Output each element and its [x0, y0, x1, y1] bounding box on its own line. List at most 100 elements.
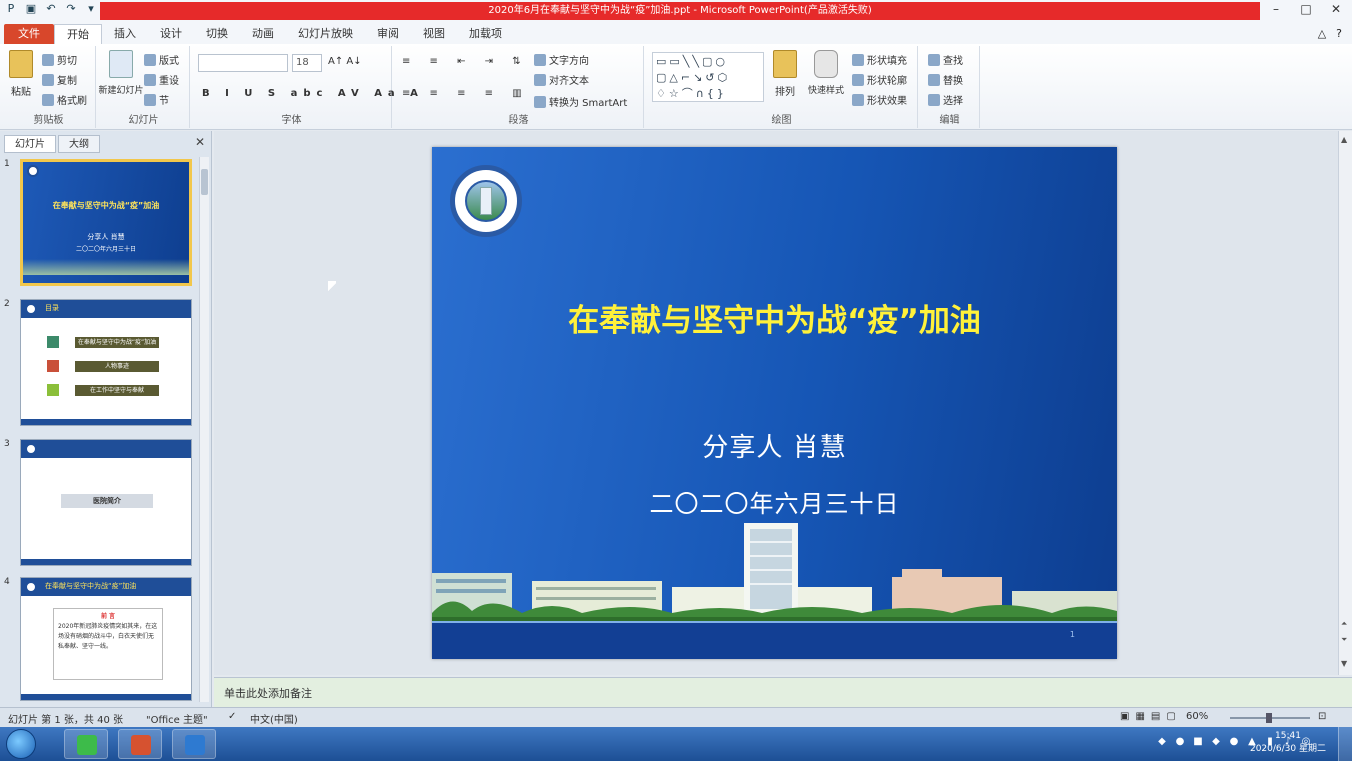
arrange-button[interactable]: 排列 [770, 50, 800, 98]
undo-icon[interactable]: ↶ [44, 2, 58, 16]
slide-page-mark: 1 [1069, 630, 1075, 639]
font-format-buttons[interactable]: B I U S abc AV Aa A [202, 88, 424, 99]
scissors-icon [42, 53, 54, 66]
show-desktop-button[interactable] [1338, 727, 1352, 761]
section-icon [144, 93, 156, 106]
binoculars-icon [928, 53, 940, 66]
slide-thumbnail-4[interactable]: 在奉献与坚守中为战“疫”加油 前 言 2020年新冠肺炎疫情突如其来，在这场没有… [20, 577, 192, 701]
copy-button[interactable]: 复制 [42, 72, 77, 87]
cut-button[interactable]: 剪切 [42, 52, 77, 67]
align-text-button[interactable]: 对齐文本 [534, 72, 589, 87]
tab-outline[interactable]: 大纲 [58, 135, 100, 153]
clock[interactable]: 15:41 2020/6/30 星期二 [1248, 730, 1328, 756]
next-slide-icon[interactable]: ⏷ [1341, 635, 1347, 645]
tray-icon[interactable]: ◆ [1156, 735, 1168, 749]
text-direction-button[interactable]: 文字方向 [534, 52, 589, 67]
reset-icon [144, 73, 156, 86]
zoom-slider[interactable] [1230, 713, 1310, 723]
tab-design[interactable]: 设计 [148, 24, 194, 44]
align-buttons[interactable]: ≡ ≡ ≡ ≡ ▥ [402, 88, 530, 99]
slide-thumbnail-2[interactable]: 目录 在奉献与坚守中为战“疫”加油 人物事迹 在工作中坚守与奉献 [20, 299, 192, 426]
panel-close-icon[interactable]: ✕ [195, 135, 205, 149]
tab-insert[interactable]: 插入 [102, 24, 148, 44]
redo-icon[interactable]: ↷ [64, 2, 78, 16]
select-button[interactable]: 选择 [928, 92, 963, 107]
shape-outline-button[interactable]: 形状轮廓 [852, 72, 907, 87]
layout-button[interactable]: 版式 [144, 52, 179, 67]
app-icon [185, 735, 205, 755]
tab-slideshow[interactable]: 幻灯片放映 [286, 24, 365, 44]
language[interactable]: 中文(中国) [250, 711, 298, 726]
tab-review[interactable]: 审阅 [365, 24, 411, 44]
notes-placeholder[interactable]: 单击此处添加备注 [224, 685, 312, 701]
tab-slides[interactable]: 幻灯片 [4, 135, 56, 153]
scrollbar-thumb[interactable] [201, 169, 208, 195]
minimize-button[interactable]: – [1268, 2, 1284, 16]
slide-thumbnail-1[interactable]: 在奉献与坚守中为战“疫”加油 分享人 肖慧 二〇二〇年六月三十日 [20, 159, 192, 286]
shape-fill-button[interactable]: 形状填充 [852, 52, 907, 67]
save-icon[interactable]: ▣ [24, 2, 38, 16]
taskbar-app-media[interactable] [64, 729, 108, 759]
current-slide[interactable]: 在奉献与坚守中为战“疫”加油 分享人 肖慧 二〇二〇年六月三十日 1 [432, 147, 1117, 659]
maximize-button[interactable]: □ [1298, 2, 1314, 16]
zoom-slider-thumb[interactable] [1266, 713, 1272, 723]
notes-pane[interactable]: 单击此处添加备注 [214, 677, 1352, 707]
font-name-combo[interactable] [198, 54, 288, 72]
taskbar-app-powerpoint[interactable] [118, 729, 162, 759]
scroll-down-icon[interactable]: ▼ [1341, 659, 1347, 668]
slide-scrollbar[interactable]: ▲ ⏶ ⏷ ▼ [1338, 131, 1352, 675]
quick-styles-button[interactable]: 快速样式 [806, 50, 846, 96]
slide-thumbnail-3[interactable]: 医院简介 [20, 439, 192, 566]
list-buttons[interactable]: ≡ ≡ ⇤ ⇥ ⇅ [402, 56, 529, 67]
customize-qat-icon[interactable]: ▾ [84, 2, 98, 16]
reset-button[interactable]: 重设 [144, 72, 179, 87]
taskbar-app-other[interactable] [172, 729, 216, 759]
shapes-gallery[interactable]: ▭▭╲╲▢○ ▢△⌐↘↺⬡ ♢☆⌒∩{} [652, 52, 764, 102]
font-size-combo[interactable]: 18 [292, 54, 322, 72]
panel-scrollbar[interactable] [199, 157, 209, 702]
spellcheck-icon[interactable]: ✓ [228, 711, 236, 722]
university-logo-icon [450, 165, 522, 237]
zoom-level[interactable]: 60% [1186, 711, 1208, 722]
tab-animations[interactable]: 动画 [240, 24, 286, 44]
tab-transitions[interactable]: 切换 [194, 24, 240, 44]
tray-icon[interactable]: ◆ [1210, 735, 1222, 749]
shape-effects-button[interactable]: 形状效果 [852, 92, 907, 107]
replace-button[interactable]: 替换 [928, 72, 963, 87]
view-buttons[interactable]: ▣▦▤▢ [1120, 711, 1182, 722]
slide-date[interactable]: 二〇二〇年六月三十日 [432, 484, 1117, 519]
slide-title[interactable]: 在奉献与坚守中为战“疫”加油 [432, 295, 1117, 340]
ribbon-minimize-icon[interactable]: △ [1318, 24, 1326, 44]
paste-button[interactable]: 粘贴 [8, 50, 34, 98]
help-icon[interactable]: ? [1336, 24, 1342, 44]
section-button[interactable]: 节 [144, 92, 169, 107]
scroll-up-icon[interactable]: ▲ [1341, 135, 1347, 144]
slide-editor[interactable]: 在奉献与坚守中为战“疫”加油 分享人 肖慧 二〇二〇年六月三十日 1 [214, 131, 1338, 675]
format-painter-button[interactable]: 格式刷 [42, 92, 87, 107]
tray-icon[interactable]: ● [1228, 735, 1240, 749]
start-button[interactable] [6, 729, 36, 759]
grow-font-button[interactable]: A↑ A↓ [328, 56, 362, 67]
media-player-icon [77, 735, 97, 755]
powerpoint-app-icon[interactable]: P [4, 2, 18, 16]
tab-addins[interactable]: 加载项 [457, 24, 514, 44]
new-slide-button[interactable]: 新建幻灯片 [99, 50, 144, 96]
tab-home[interactable]: 开始 [54, 24, 102, 44]
taskbar: ◆ ● ■ ◆ ● ▲ ▮ ♪ ◎ 15:41 2020/6/30 星期二 [0, 727, 1352, 761]
bullet-icon [47, 384, 59, 396]
group-label: 字体 [281, 115, 302, 126]
prev-slide-icon[interactable]: ⏶ [1341, 619, 1347, 629]
find-button[interactable]: 查找 [928, 52, 963, 67]
smartart-button[interactable]: 转换为 SmartArt [534, 94, 627, 109]
logo-icon [25, 443, 37, 455]
tab-view[interactable]: 视图 [411, 24, 457, 44]
close-button[interactable]: ✕ [1328, 2, 1344, 16]
slide-presenter[interactable]: 分享人 肖慧 [432, 427, 1117, 464]
logo-icon [25, 581, 37, 593]
tray-icon[interactable]: ■ [1192, 735, 1204, 749]
tab-file[interactable]: 文件 [4, 24, 54, 44]
paste-icon [9, 50, 33, 78]
logo-icon [25, 303, 37, 315]
tray-icon[interactable]: ● [1174, 735, 1186, 749]
fit-slide-icon[interactable]: ⊡ [1318, 711, 1326, 722]
